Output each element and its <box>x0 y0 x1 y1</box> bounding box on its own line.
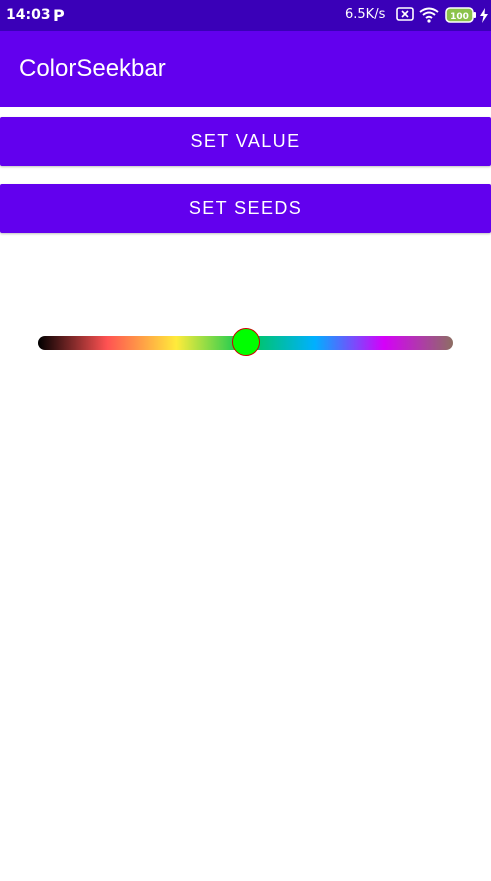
color-seekbar[interactable] <box>38 326 453 360</box>
wifi-icon <box>419 6 439 27</box>
app-bar: ColorSeekbar <box>0 31 491 107</box>
parking-app-icon: P <box>53 6 65 25</box>
battery-level: 100 <box>450 12 469 22</box>
set-value-button[interactable]: SET VALUE <box>0 117 491 166</box>
set-seeds-button[interactable]: SET SEEDS <box>0 184 491 233</box>
battery-icon: 100 <box>445 7 477 27</box>
network-speed: 6.5K/s <box>345 7 386 22</box>
status-bar: 14:03 P 6.5K/s 100 <box>0 0 491 31</box>
sim-disabled-icon <box>396 6 414 26</box>
status-time: 14:03 <box>6 7 51 23</box>
app-title: ColorSeekbar <box>19 55 166 82</box>
charging-icon <box>479 8 489 27</box>
seekbar-thumb[interactable] <box>231 328 260 356</box>
